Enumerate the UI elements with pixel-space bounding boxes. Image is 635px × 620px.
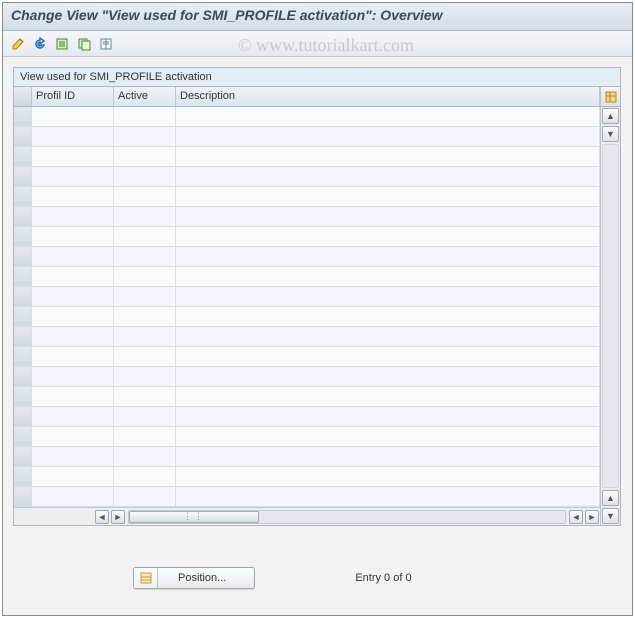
- table-caption: View used for SMI_PROFILE activation: [13, 67, 621, 86]
- table-row[interactable]: [14, 487, 600, 507]
- table-row[interactable]: [14, 107, 600, 127]
- table-row[interactable]: [14, 187, 600, 207]
- horizontal-scrollbar[interactable]: ◄ ► ⋮⋮ ◄ ►: [14, 507, 600, 525]
- vertical-scrollbar[interactable]: ▲ ▼ ▲ ▼: [600, 87, 620, 525]
- scroll-down-icon[interactable]: ▼: [602, 126, 619, 142]
- hscroll-thumb[interactable]: ⋮⋮: [129, 511, 259, 523]
- scroll-left-end-icon[interactable]: ◄: [569, 510, 583, 524]
- table-row[interactable]: [14, 287, 600, 307]
- app-toolbar: [3, 31, 632, 57]
- configure-columns-icon[interactable]: [601, 87, 620, 107]
- scroll-right-icon[interactable]: ►: [111, 510, 125, 524]
- undo-icon[interactable]: [31, 35, 49, 53]
- vscroll-track[interactable]: [602, 144, 619, 488]
- hscroll-track[interactable]: ⋮⋮: [128, 510, 566, 524]
- window-title: Change View "View used for SMI_PROFILE a…: [3, 3, 632, 31]
- scroll-right-end-icon[interactable]: ►: [585, 510, 599, 524]
- table-row[interactable]: [14, 327, 600, 347]
- table-row[interactable]: [14, 207, 600, 227]
- table-row[interactable]: [14, 467, 600, 487]
- table-row[interactable]: [14, 347, 600, 367]
- table-row[interactable]: [14, 307, 600, 327]
- table-row[interactable]: [14, 387, 600, 407]
- scroll-up-end-icon[interactable]: ▲: [602, 490, 619, 506]
- scroll-left-icon[interactable]: ◄: [95, 510, 109, 524]
- toggle-edit-icon[interactable]: [9, 35, 27, 53]
- footer-bar: Position... Entry 0 of 0: [3, 559, 632, 597]
- position-icon: [134, 568, 158, 588]
- position-label: Position...: [158, 572, 254, 584]
- entry-counter: Entry 0 of 0: [355, 572, 411, 584]
- table-row[interactable]: [14, 407, 600, 427]
- table-row[interactable]: [14, 427, 600, 447]
- col-header-profil-id[interactable]: Profil ID: [32, 87, 114, 106]
- table-row[interactable]: [14, 447, 600, 467]
- table-row[interactable]: [14, 227, 600, 247]
- scroll-down-end-icon[interactable]: ▼: [602, 508, 619, 524]
- content-area: View used for SMI_PROFILE activation Pro…: [3, 57, 632, 534]
- table-row[interactable]: [14, 147, 600, 167]
- table-row[interactable]: [14, 367, 600, 387]
- scroll-up-icon[interactable]: ▲: [602, 108, 619, 124]
- sap-window: Change View "View used for SMI_PROFILE a…: [2, 2, 633, 616]
- table-row[interactable]: [14, 267, 600, 287]
- data-grid: Profil ID Active Description: [13, 86, 621, 526]
- grid-header-row: Profil ID Active Description: [14, 87, 600, 107]
- new-entries-icon[interactable]: [53, 35, 71, 53]
- table-row[interactable]: [14, 167, 600, 187]
- col-header-description[interactable]: Description: [176, 87, 600, 106]
- table-row[interactable]: [14, 127, 600, 147]
- grid-body: [14, 107, 600, 507]
- grid-main: Profil ID Active Description: [14, 87, 600, 525]
- delete-entry-icon[interactable]: [97, 35, 115, 53]
- table-row[interactable]: [14, 247, 600, 267]
- col-header-selector[interactable]: [14, 87, 32, 106]
- position-button[interactable]: Position...: [133, 567, 255, 589]
- copy-entry-icon[interactable]: [75, 35, 93, 53]
- title-text: Change View "View used for SMI_PROFILE a…: [11, 7, 443, 23]
- col-header-active[interactable]: Active: [114, 87, 176, 106]
